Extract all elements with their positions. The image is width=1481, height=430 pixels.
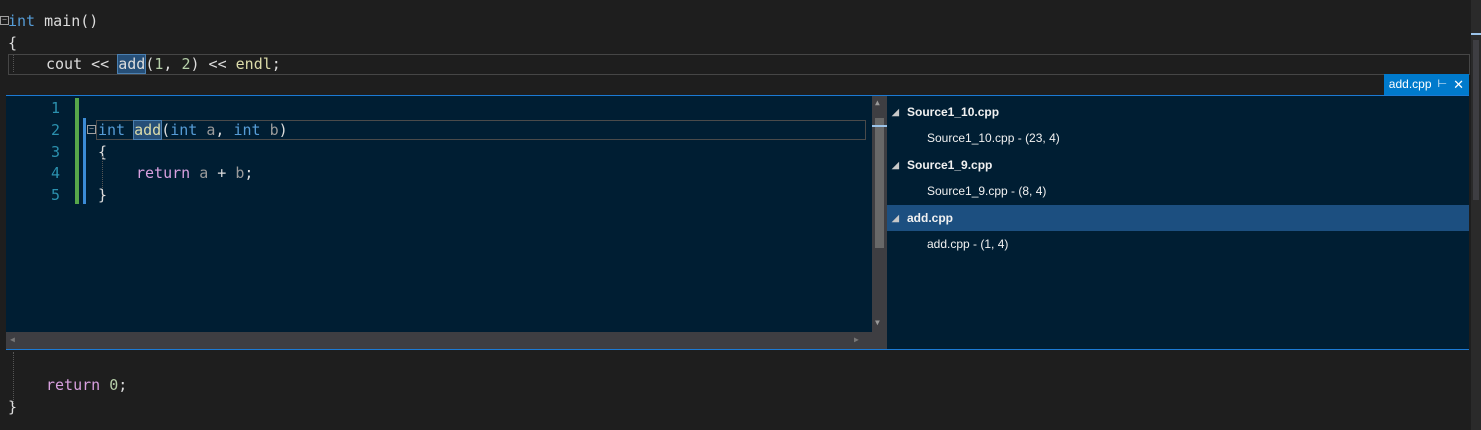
scroll-thumb[interactable] [1473,40,1479,200]
keyword-int: int [8,12,36,30]
selection-margin [83,118,86,204]
code-line-cout[interactable]: cout << add(1, 2) << endl; [46,54,281,75]
result-group-add[interactable]: ◢ add.cpp [887,205,1469,231]
caret-marker [1471,33,1481,35]
caret-marker [872,125,887,127]
comma: , [163,55,182,73]
result-group-source1-10[interactable]: ◢ Source1_10.cpp [887,99,1469,125]
param-b: b [269,121,279,139]
collapse-add-icon[interactable]: − [87,125,96,134]
code-line-main: int main() [8,11,98,32]
add-call-token[interactable]: add [117,54,147,74]
cout-text: cout << [46,55,119,73]
expand-triangle-icon[interactable]: ◢ [892,205,899,231]
scroll-right-icon[interactable]: ▶ [854,335,859,344]
peek-definition-window: 1 2 3 4 5 − int add(int a, int b) { retu… [6,95,1469,350]
paren-close: ) [278,121,288,139]
return-value: 0 [109,376,119,394]
keyword-int: int [98,121,126,139]
code-line-open-brace: { [8,33,17,54]
group-label: add.cpp [907,211,954,225]
peek-results-list: ◢ Source1_10.cpp Source1_10.cpp - (23, 4)… [887,96,1469,349]
open-brace: { [8,34,18,52]
line-number: 4 [50,164,60,182]
peek-code-line-4: return a + b; [136,162,253,184]
result-group-source1-9[interactable]: ◢ Source1_9.cpp [887,152,1469,178]
result-item-add[interactable]: add.cpp - (1, 4) [887,231,1469,257]
line-number: 5 [50,186,60,204]
result-item-source1-10[interactable]: Source1_10.cpp - (23, 4) [887,125,1469,151]
editor-vertical-scrollbar[interactable] [1471,0,1481,430]
scroll-up-icon[interactable]: ▲ [875,98,880,107]
code-line-return: return 0; [46,375,127,396]
peek-code-line-2: int add(int a, int b) [98,119,288,141]
expand-triangle-icon[interactable]: ◢ [892,152,899,178]
keyword-int: int [233,121,261,139]
comma: , [215,121,234,139]
plus-op: + [208,164,236,182]
result-label: add.cpp - (1, 4) [927,237,1009,251]
group-label: Source1_10.cpp [907,105,1000,119]
semicolon: ; [244,164,254,182]
scroll-down-icon[interactable]: ▼ [875,318,880,327]
close-brace: } [8,398,18,416]
close-brace: } [98,186,108,204]
pin-icon[interactable]: ⊢ [1438,74,1448,95]
peek-tab-label[interactable]: add.cpp [1389,74,1432,95]
return-keyword: return [46,376,101,394]
semicolon: ; [118,376,128,394]
return-keyword: return [136,164,191,182]
var-a: a [199,164,209,182]
change-marker [75,98,79,204]
line-number: 1 [50,99,60,117]
scroll-corner [872,332,887,349]
add-definition-token[interactable]: add [133,120,163,140]
group-label: Source1_9.cpp [907,158,993,172]
result-label: Source1_9.cpp - (8, 4) [927,184,1047,198]
keyword-int: int [170,121,198,139]
arg-2: 2 [181,55,191,73]
peek-tab[interactable]: add.cpp ⊢ ✕ [1383,74,1469,95]
scroll-left-icon[interactable]: ◀ [10,335,15,344]
peek-code-line-5: } [98,184,107,206]
peek-code-pane[interactable]: 1 2 3 4 5 − int add(int a, int b) { retu… [6,96,872,332]
peek-horizontal-scrollbar[interactable]: ◀ ▶ [6,332,872,349]
endl-token: endl [235,55,272,73]
result-label: Source1_10.cpp - (23, 4) [927,131,1060,145]
line-number: 3 [50,143,60,161]
expand-triangle-icon[interactable]: ◢ [892,99,899,125]
paren-open: ( [161,121,171,139]
close-icon[interactable]: ✕ [1453,74,1464,95]
cout-post: ) << [190,55,236,73]
peek-vertical-scrollbar[interactable]: ▲ ▼ [872,96,887,332]
result-item-source1-9[interactable]: Source1_9.cpp - (8, 4) [887,178,1469,204]
line-number: 2 [50,121,60,139]
scroll-thumb[interactable] [875,118,884,248]
code-line-close-brace: } [8,397,17,418]
main-signature: main() [35,12,99,30]
semicolon: ; [271,55,281,73]
indent-guide [13,55,14,72]
